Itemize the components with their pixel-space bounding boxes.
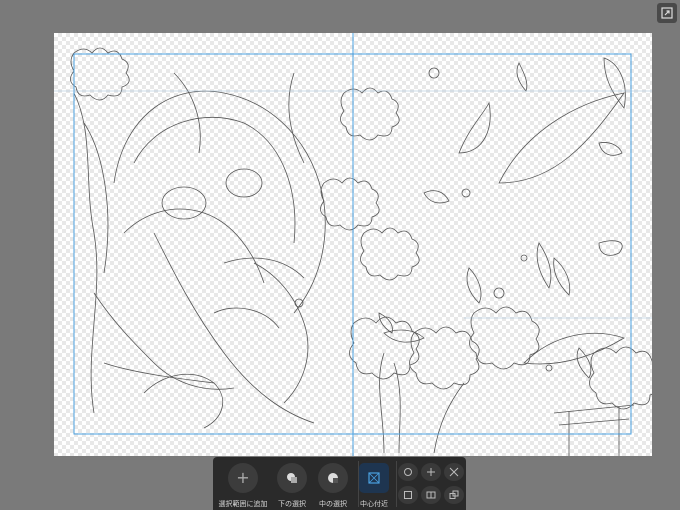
- rotate-button[interactable]: [398, 463, 418, 481]
- select-middle-label: 中の選択: [319, 500, 347, 508]
- layer-middle-icon: [328, 473, 338, 483]
- flip-icon: [426, 491, 436, 499]
- center-vicinity-button[interactable]: 中心付近: [353, 463, 395, 509]
- scale-icon: [449, 467, 459, 477]
- move-button[interactable]: [421, 463, 441, 481]
- layer-below-icon: [287, 473, 297, 483]
- flip-button[interactable]: [421, 486, 441, 504]
- move-icon: [427, 468, 435, 476]
- select-middle-button[interactable]: 中の選択: [312, 463, 354, 509]
- drawing-canvas[interactable]: [54, 33, 652, 456]
- selection-toolbar: + 選択範囲に追加 下の選択 中の選択 中心付近: [213, 457, 466, 510]
- line-art-drawing: [54, 33, 652, 456]
- plus-icon: +: [236, 468, 250, 487]
- toolbar-divider: [396, 461, 397, 507]
- add-to-selection-button[interactable]: + 選択範囲に追加: [219, 463, 268, 509]
- transform-button[interactable]: [398, 486, 418, 504]
- scale-button[interactable]: [444, 463, 464, 481]
- rotate-icon: [404, 468, 412, 476]
- center-vicinity-label: 中心付近: [360, 500, 388, 508]
- duplicate-button[interactable]: [444, 486, 464, 504]
- center-select-icon: [368, 472, 380, 484]
- transform-icon: [404, 491, 412, 499]
- select-below-label: 下の選択: [278, 500, 306, 508]
- fullscreen-button[interactable]: [657, 3, 677, 23]
- add-to-selection-label: 選択範囲に追加: [218, 500, 268, 508]
- duplicate-icon: [449, 490, 459, 499]
- expand-icon: [661, 7, 673, 19]
- select-below-button[interactable]: 下の選択: [271, 463, 313, 509]
